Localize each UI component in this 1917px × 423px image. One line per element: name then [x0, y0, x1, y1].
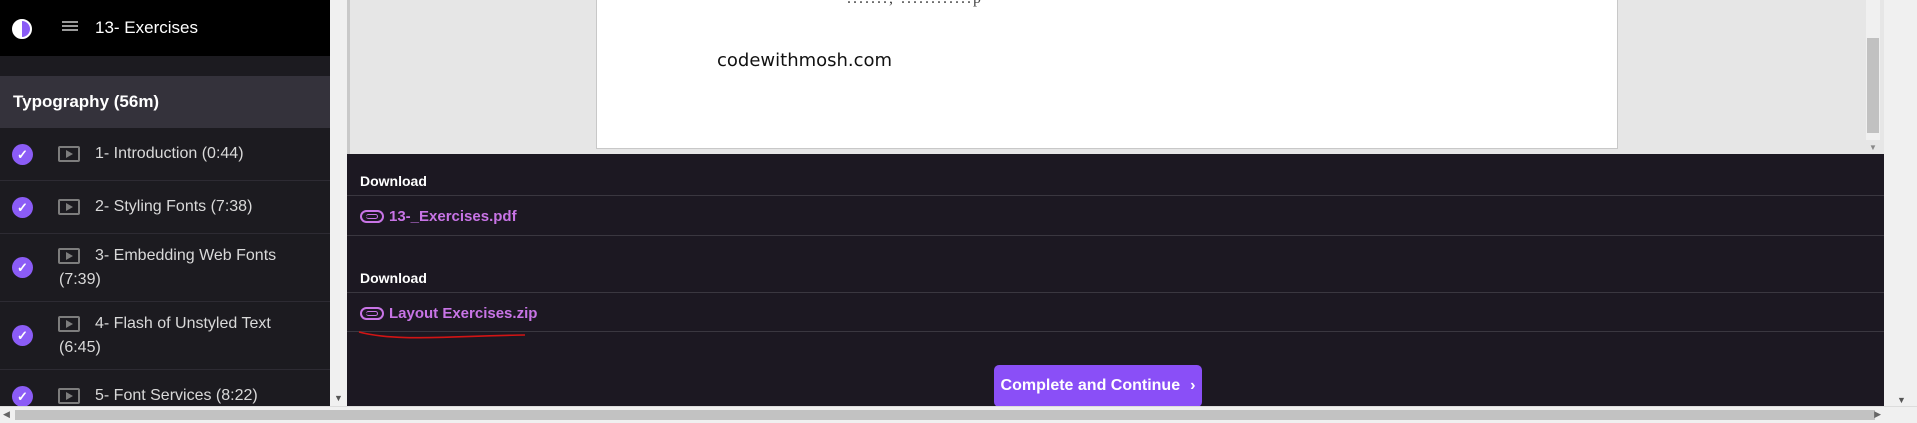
lesson-item-introduction[interactable]: ✓ 1- Introduction (0:44) — [0, 128, 330, 181]
progress-half-icon — [12, 19, 32, 39]
paperclip-icon — [360, 210, 384, 223]
download-heading: Download — [347, 158, 1884, 196]
course-sidebar: 13- Exercises Typography (56m) ✓ 1- Intr… — [0, 0, 330, 423]
download-heading: Download — [347, 255, 1884, 293]
scroll-down-arrow-icon[interactable]: ▼ — [334, 393, 343, 403]
page-scrollbar[interactable]: ▼ — [1884, 0, 1917, 423]
pdf-viewer[interactable]: ......., ............p codewithmosh.com … — [347, 0, 1884, 154]
section-title: Typography (56m) — [0, 76, 330, 128]
divider — [347, 235, 1884, 236]
paperclip-icon — [360, 307, 384, 320]
lesson-title: 5- Font Services (8:22) — [95, 387, 258, 404]
viewer-scroll-thumb[interactable] — [1867, 38, 1879, 133]
scroll-right-arrow-icon[interactable]: ▶ — [1874, 409, 1881, 420]
divider — [347, 331, 1884, 332]
scroll-down-arrow-icon[interactable]: ▼ — [1869, 143, 1877, 152]
chevron-right-icon: › — [1190, 377, 1196, 394]
pdf-page: ......., ............p codewithmosh.com — [596, 0, 1618, 149]
horizontal-scroll-thumb[interactable] — [15, 410, 1875, 420]
lesson-title: 4- Flash of Unstyled Text (6:45) — [59, 315, 271, 356]
completed-check-icon: ✓ — [12, 257, 33, 278]
viewer-scrollbar[interactable]: ▼ — [1866, 0, 1880, 152]
text-lesson-icon — [62, 21, 78, 35]
completed-check-icon: ✓ — [12, 144, 33, 165]
current-lesson-label: 13- Exercises — [95, 18, 198, 37]
horizontal-scrollbar[interactable]: ◀ ▶ — [0, 406, 1917, 423]
download-link-zip[interactable]: Layout Exercises.zip — [360, 305, 537, 322]
scroll-left-arrow-icon[interactable]: ◀ — [3, 409, 10, 420]
lesson-item-styling-fonts[interactable]: ✓ 2- Styling Fonts (7:38) — [0, 181, 330, 234]
red-underline-annotation — [358, 331, 526, 339]
complete-and-continue-button[interactable]: Complete and Continue › — [994, 365, 1202, 407]
cta-label: Complete and Continue — [1000, 377, 1181, 394]
download-link-pdf[interactable]: 13-_Exercises.pdf — [360, 208, 517, 225]
lesson-title: 2- Styling Fonts (7:38) — [95, 198, 253, 215]
lesson-title: 1- Introduction (0:44) — [95, 145, 244, 162]
completed-check-icon: ✓ — [12, 197, 33, 218]
current-lesson-item[interactable]: 13- Exercises — [0, 0, 330, 56]
scroll-down-arrow-icon[interactable]: ▼ — [1897, 395, 1906, 405]
page-site-text: codewithmosh.com — [717, 50, 893, 71]
lesson-title: 3- Embedding Web Fonts (7:39) — [59, 247, 277, 288]
completed-check-icon: ✓ — [12, 386, 33, 407]
completed-check-icon: ✓ — [12, 325, 33, 346]
download-file-name[interactable]: Layout Exercises.zip — [389, 305, 537, 322]
page-text-fragment: ......., ............p — [847, 0, 983, 8]
lesson-item-flash-of-unstyled-text[interactable]: ✓ 4- Flash of Unstyled Text (6:45) — [0, 302, 330, 370]
sidebar-scrollbar[interactable]: ▼ — [330, 0, 347, 407]
lesson-item-embedding-web-fonts[interactable]: ✓ 3- Embedding Web Fonts (7:39) — [0, 234, 330, 302]
download-file-name[interactable]: 13-_Exercises.pdf — [389, 208, 517, 225]
lecture-content: ......., ............p codewithmosh.com … — [347, 0, 1884, 407]
